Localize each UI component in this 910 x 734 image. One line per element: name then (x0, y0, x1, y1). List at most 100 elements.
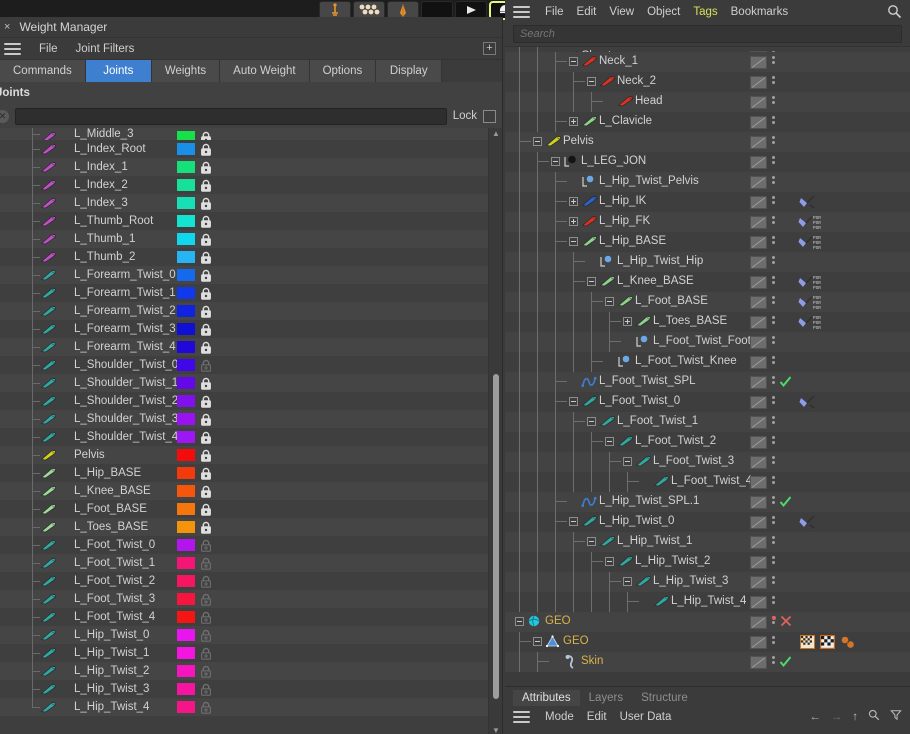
tab-options[interactable]: Options (309, 60, 377, 82)
menu-item-edit[interactable]: Edit (577, 6, 597, 18)
joint-row[interactable]: L_Hip_Twist_2 (0, 662, 488, 680)
joint-row[interactable]: L_Thumb_1 (0, 230, 488, 248)
joint-color-swatch[interactable] (177, 233, 195, 245)
object-tree-row[interactable]: L_Foot_Twist_Knee (505, 352, 910, 372)
visibility-dots-icon[interactable] (772, 316, 775, 329)
object-tree-row[interactable]: Skin (505, 652, 910, 672)
visibility-dot-slot[interactable] (750, 516, 767, 529)
visibility-dot-slot[interactable] (750, 456, 767, 469)
collapse-icon[interactable] (623, 577, 632, 586)
joint-color-swatch[interactable] (177, 377, 195, 389)
visibility-dot-slot[interactable] (750, 396, 767, 409)
joint-row[interactable]: L_Shoulder_Twist_4 (0, 428, 488, 446)
menu-item-file[interactable]: File (545, 6, 564, 18)
joint-row[interactable]: L_Forearm_Twist_3 (0, 320, 488, 338)
visibility-dots-icon[interactable] (772, 76, 775, 89)
visibility-dots-icon[interactable] (772, 456, 775, 469)
arrow-up-icon[interactable]: ↑ (852, 711, 858, 723)
ik-tag-stack-icon[interactable]: PSR PSR PSR (798, 294, 832, 314)
object-tree-row[interactable]: L_Hip_FK PSR PSR PSR (505, 212, 910, 232)
expand-icon[interactable] (569, 117, 578, 126)
menu-item-user-data[interactable]: User Data (620, 711, 672, 723)
hamburger-icon[interactable] (513, 6, 530, 18)
expand-icon[interactable] (569, 217, 578, 226)
check-tag-icon[interactable] (779, 655, 792, 671)
object-tree-row[interactable]: L_Hip_Twist_1 (505, 532, 910, 552)
joint-color-swatch[interactable] (177, 665, 195, 677)
visibility-dot-slot[interactable] (750, 476, 767, 489)
joint-color-swatch[interactable] (177, 503, 195, 515)
ik-tag-stack-icon[interactable]: PSR PSR PSR (798, 274, 832, 294)
menu-item-joint-filters[interactable]: Joint Filters (74, 43, 137, 55)
object-tree-row[interactable]: L_Foot_Twist_1 (505, 412, 910, 432)
lock-icon[interactable] (200, 557, 212, 570)
material-tag-icon[interactable] (800, 635, 815, 652)
lock-icon[interactable] (200, 143, 212, 156)
joint-color-swatch[interactable] (177, 431, 195, 443)
scrollbar-thumb[interactable] (493, 374, 499, 699)
lock-icon[interactable] (200, 323, 212, 336)
object-tree-row[interactable]: L_Foot_BASE PSR PSR PSR (505, 292, 910, 312)
visibility-dot-slot[interactable] (750, 556, 767, 569)
visibility-dot-slot[interactable] (750, 216, 767, 229)
lock-icon[interactable] (200, 287, 212, 300)
menu-item-mode[interactable]: Mode (545, 711, 574, 723)
visibility-dot-slot[interactable] (750, 616, 767, 629)
visibility-dot-slot[interactable] (750, 196, 767, 209)
joint-row[interactable]: L_Index_2 (0, 176, 488, 194)
collapse-icon[interactable] (569, 57, 578, 66)
lock-icon[interactable] (200, 431, 212, 444)
joint-row[interactable]: Pelvis (0, 446, 488, 464)
lock-icon[interactable] (200, 485, 212, 498)
lock-icon[interactable] (200, 467, 212, 480)
joint-row[interactable]: L_Index_1 (0, 158, 488, 176)
object-tree-row[interactable]: Neck_2 (505, 72, 910, 92)
joint-color-swatch[interactable] (177, 287, 195, 299)
selection-tag-icon[interactable] (840, 636, 856, 652)
object-tree-row[interactable]: L_Foot_Twist_Foot (505, 332, 910, 352)
object-tree-row[interactable]: L_Hip_Twist_Hip (505, 252, 910, 272)
lock-icon[interactable] (200, 359, 212, 372)
visibility-dots-icon[interactable] (772, 136, 775, 149)
joint-color-swatch[interactable] (177, 521, 195, 533)
joint-color-swatch[interactable] (177, 359, 195, 371)
lock-icon[interactable] (200, 503, 212, 516)
visibility-dots-icon[interactable] (772, 576, 775, 589)
hamburger-icon[interactable] (513, 711, 530, 723)
visibility-dots-icon[interactable] (772, 176, 775, 189)
visibility-dot-slot[interactable] (750, 116, 767, 129)
joint-row[interactable]: L_Forearm_Twist_0 (0, 266, 488, 284)
joint-color-swatch[interactable] (177, 449, 195, 461)
joint-row[interactable]: L_Shoulder_Twist_0 (0, 356, 488, 374)
visibility-dots-icon[interactable] (772, 356, 775, 369)
joint-row[interactable]: L_Forearm_Twist_2 (0, 302, 488, 320)
collapse-icon[interactable] (569, 517, 578, 526)
object-tree-row[interactable]: L_LEG_JON (505, 152, 910, 172)
joint-color-swatch[interactable] (177, 197, 195, 209)
lock-icon[interactable] (200, 161, 212, 174)
delete-tag-icon[interactable] (780, 615, 792, 630)
visibility-dots-icon[interactable] (772, 436, 775, 449)
joint-row[interactable]: L_Forearm_Twist_1 (0, 284, 488, 302)
tab-joints[interactable]: Joints (85, 60, 152, 82)
collapse-icon[interactable] (533, 137, 542, 146)
joint-row[interactable]: L_Hip_Twist_3 (0, 680, 488, 698)
search-icon[interactable] (868, 709, 880, 724)
visibility-dot-slot[interactable] (750, 176, 767, 189)
lock-icon[interactable] (200, 377, 212, 390)
visibility-dot-slot[interactable] (750, 236, 767, 249)
collapse-icon[interactable] (605, 557, 614, 566)
object-tree-row[interactable]: L_Foot_Twist_SPL (505, 372, 910, 392)
joint-row[interactable]: L_Index_3 (0, 194, 488, 212)
joint-list-scrollbar[interactable]: ▲ ▼ (488, 128, 502, 734)
lock-icon[interactable] (200, 269, 212, 282)
lock-icon[interactable] (200, 521, 212, 534)
visibility-dots-icon[interactable] (772, 536, 775, 549)
object-tree-row[interactable]: L_Foot_Twist_2 (505, 432, 910, 452)
object-tree-row[interactable]: L_Foot_Twist_4 (505, 472, 910, 492)
lock-icon[interactable] (200, 251, 212, 264)
tab-auto-weight[interactable]: Auto Weight (220, 60, 310, 82)
joint-color-swatch[interactable] (177, 341, 195, 353)
joint-color-swatch[interactable] (177, 629, 195, 641)
collapse-icon[interactable] (587, 537, 596, 546)
